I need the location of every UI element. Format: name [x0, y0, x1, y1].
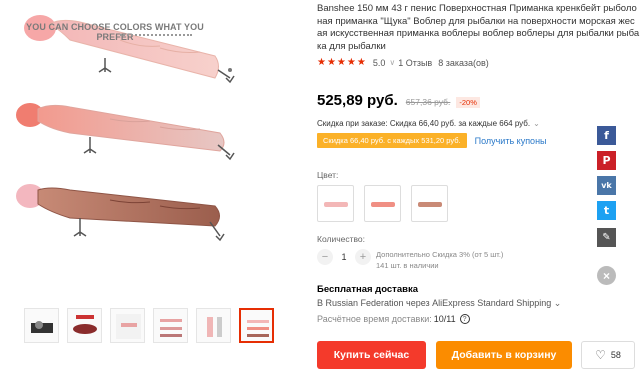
pinterest-icon[interactable]: P [597, 151, 616, 170]
social-share-bar: f P vk t ✎ [597, 126, 616, 253]
reviews-link[interactable]: 1 Отзыв [398, 58, 432, 68]
heart-icon: ♡ [595, 348, 606, 362]
thumbnail-1[interactable] [24, 308, 59, 343]
chevron-down-icon: ⌄ [553, 298, 562, 308]
lure-image-1 [24, 15, 235, 84]
plus-button[interactable]: + [355, 249, 371, 265]
rating-row: ★★★★★ 5.0 ∨ 1 Отзыв 8 заказа(ов) [317, 57, 489, 68]
store-discount[interactable]: Скидка при заказе: Скидка 66,40 руб. за … [317, 119, 540, 128]
main-product-image[interactable]: YOU CAN CHOOSE COLORS WHAT YOU PREFER [10, 0, 292, 300]
shipping-title: Бесплатная доставка [317, 284, 418, 295]
thumbnail-2[interactable] [67, 308, 102, 343]
coupon-row: Скидка 66,40 руб. с каждых 531,20 руб. П… [317, 133, 547, 148]
product-gallery: YOU CAN CHOOSE COLORS WHAT YOU PREFER [0, 0, 298, 373]
title-line: ная приманка "Щука" Воблер для рыбалки н… [317, 15, 635, 27]
delivery-time-label: Расчётное время доставки: [317, 314, 432, 324]
color-option-3[interactable] [411, 185, 448, 222]
facebook-icon[interactable]: f [597, 126, 616, 145]
buy-now-button[interactable]: Купить сейчас [317, 341, 426, 369]
store-discount-text: Скидка при заказе: Скидка 66,40 руб. за … [317, 119, 531, 128]
title-line: ая искусственная приманка воблеры воблер… [317, 28, 640, 39]
product-info: Banshee 150 мм 43 г пенис Поверхностная … [317, 0, 640, 373]
orders-count: 8 заказа(ов) [438, 57, 489, 68]
minus-button[interactable]: − [317, 249, 333, 265]
lure-image-2 [16, 103, 235, 161]
stock-text: 141 шт. в наличии [376, 261, 439, 270]
twitter-icon[interactable]: t [597, 201, 616, 220]
bulk-discount-text: Дополнительно Скидка 3% (от 5 шт.) [376, 250, 504, 259]
delivery-time: Расчётное время доставки: 10/11 ? [317, 314, 470, 324]
chevron-down-icon: ⌄ [533, 119, 540, 128]
delivery-time-value: 10/11 [433, 314, 456, 324]
help-icon[interactable]: ? [459, 314, 470, 324]
thumbnail-3[interactable] [110, 308, 145, 343]
chevron-down-icon[interactable]: ∨ [389, 58, 395, 67]
coupon-tag: Скидка 66,40 руб. с каждых 531,20 руб. [317, 133, 467, 148]
title-line: ка для рыбалки [317, 40, 386, 52]
current-price: 525,89 руб. [317, 92, 398, 109]
color-options [317, 185, 448, 222]
edit-icon[interactable]: ✎ [597, 228, 616, 247]
thumbnail-5[interactable] [196, 308, 231, 343]
promo-divider [120, 34, 192, 37]
rating-value: 5.0 [372, 57, 386, 68]
wishlist-count: 58 [610, 350, 621, 360]
add-to-cart-button[interactable]: Добавить в корзину [436, 341, 572, 369]
title-line: Banshee 150 мм 43 г пенис Поверхностная … [317, 3, 637, 14]
quantity-input[interactable]: 1 [333, 252, 355, 262]
color-option-2[interactable] [364, 185, 401, 222]
close-icon[interactable]: × [597, 266, 616, 285]
thumbnail-6[interactable] [239, 308, 274, 343]
lure-image-3 [16, 184, 225, 242]
product-title: Banshee 150 мм 43 г пенис Поверхностная … [317, 3, 640, 53]
price-row: 525,89 руб. 657,36 руб. -20% [317, 92, 480, 109]
color-label: Цвет: [317, 170, 339, 180]
quantity-info: Дополнительно Скидка 3% (от 5 шт.) 141 ш… [376, 249, 503, 271]
star-rating-icon: ★★★★★ [317, 57, 367, 68]
quantity-label: Количество: [317, 234, 366, 244]
thumbnail-4[interactable] [153, 308, 188, 343]
get-coupons-link[interactable]: Получить купоны [475, 136, 547, 146]
color-option-1[interactable] [317, 185, 354, 222]
promo-text: YOU CAN CHOOSE COLORS WHAT YOU PREFER [26, 22, 204, 42]
wishlist-button[interactable]: ♡ 58 [581, 341, 635, 369]
shipping-method-text: В Russian Federation через AliExpress St… [317, 298, 552, 308]
old-price: 657,36 руб. [405, 97, 451, 107]
thumbnail-strip [24, 308, 284, 348]
discount-badge: -20% [456, 97, 480, 108]
quantity-stepper: − 1 + [317, 249, 371, 265]
shipping-method[interactable]: В Russian Federation через AliExpress St… [317, 298, 561, 309]
vk-icon[interactable]: vk [597, 176, 616, 195]
